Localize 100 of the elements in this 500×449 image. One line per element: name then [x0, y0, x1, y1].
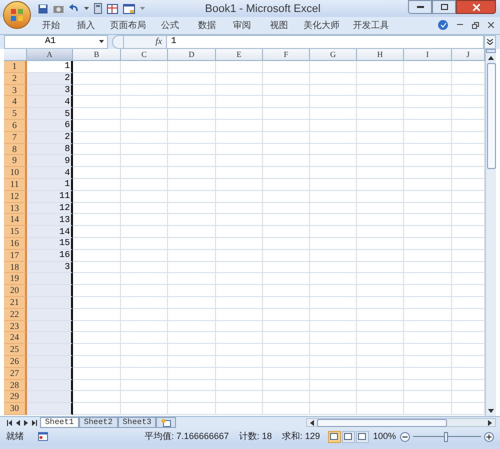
save-icon[interactable] — [38, 4, 48, 14]
table-cell[interactable]: 12 — [27, 202, 73, 214]
table-cell[interactable]: 1 — [27, 61, 73, 73]
next-sheet-icon[interactable] — [24, 420, 28, 426]
table-cell[interactable]: 4 — [27, 96, 73, 108]
table-cell[interactable]: 3 — [27, 262, 73, 274]
first-sheet-icon[interactable] — [7, 420, 12, 426]
row-header[interactable]: 17 — [4, 250, 27, 262]
customize-caret-icon[interactable] — [140, 7, 145, 10]
ribbon-tab[interactable]: 审阅 — [224, 18, 260, 32]
camera-icon[interactable] — [53, 4, 64, 14]
column-header[interactable]: J — [452, 49, 485, 61]
last-sheet-icon[interactable] — [32, 420, 37, 426]
undo-icon[interactable] — [69, 4, 79, 14]
ribbon-tab[interactable]: 开发工具 — [345, 18, 397, 32]
table-cell[interactable] — [27, 380, 73, 392]
minimize-icon[interactable] — [457, 24, 463, 26]
table-icon[interactable] — [107, 4, 118, 14]
row-header[interactable]: 4 — [4, 96, 27, 108]
page-break-button[interactable] — [356, 430, 369, 442]
table-cell[interactable]: 2 — [27, 72, 73, 85]
ribbon-tab[interactable]: 插入 — [66, 18, 106, 32]
normal-view-button[interactable] — [328, 430, 341, 442]
select-all-corner[interactable] — [4, 49, 27, 61]
insert-sheet-tab[interactable] — [156, 417, 176, 428]
row-header[interactable]: 1 — [4, 61, 27, 73]
scroll-thumb[interactable] — [317, 418, 447, 426]
expand-formula-button[interactable] — [484, 35, 496, 49]
table-cell[interactable] — [27, 273, 73, 286]
name-box[interactable]: A1 — [4, 35, 108, 49]
dropdown-caret-icon[interactable] — [84, 7, 89, 10]
insert-function-button[interactable]: fx — [156, 35, 162, 49]
column-header[interactable]: D — [168, 49, 216, 61]
ribbon-tab[interactable]: 开始 — [36, 18, 66, 32]
scroll-thumb[interactable] — [486, 63, 496, 169]
office-button[interactable] — [3, 1, 31, 29]
table-cell[interactable]: 6 — [27, 120, 73, 132]
row-header[interactable]: 20 — [4, 285, 27, 297]
row-header[interactable]: 9 — [4, 155, 27, 168]
table-cell[interactable]: 5 — [27, 108, 73, 120]
row-header[interactable]: 18 — [4, 262, 27, 274]
zoom-slider[interactable] — [413, 432, 481, 442]
close-button[interactable] — [456, 0, 496, 14]
table-cell[interactable]: 3 — [27, 84, 73, 96]
column-header[interactable]: E — [216, 49, 263, 61]
row-header[interactable]: 6 — [4, 120, 27, 132]
table-cell[interactable]: 13 — [27, 214, 73, 226]
sheet-tab[interactable]: Sheet1 — [40, 417, 79, 428]
column-header[interactable]: H — [357, 49, 404, 61]
row-header[interactable]: 15 — [4, 226, 27, 238]
row-header[interactable]: 22 — [4, 308, 27, 321]
zoom-in-icon[interactable] — [484, 432, 494, 442]
column-header[interactable]: G — [310, 49, 357, 61]
previous-sheet-icon[interactable] — [16, 420, 20, 426]
sheet-tab[interactable]: Sheet3 — [118, 417, 156, 428]
row-header[interactable]: 12 — [4, 190, 27, 203]
page-layout-button[interactable] — [342, 430, 355, 442]
row-header[interactable]: 3 — [4, 84, 27, 96]
table-cell[interactable] — [27, 403, 73, 415]
formula-input[interactable]: 1 — [166, 35, 484, 49]
close-icon[interactable] — [488, 22, 494, 28]
maximize-button[interactable] — [432, 0, 456, 14]
row-header[interactable]: 2 — [4, 72, 27, 85]
calculator-icon[interactable] — [94, 3, 102, 14]
table-cell[interactable] — [27, 368, 73, 380]
row-header[interactable]: 25 — [4, 344, 27, 356]
table-cell[interactable]: 2 — [27, 132, 73, 144]
zoom-level[interactable]: 100% — [372, 430, 396, 444]
table-cell[interactable] — [27, 296, 73, 309]
row-header[interactable]: 27 — [4, 368, 27, 380]
row-header[interactable]: 16 — [4, 238, 27, 250]
ribbon-tab[interactable]: 数据 — [190, 18, 224, 32]
row-header[interactable]: 28 — [4, 380, 27, 392]
ribbon-tab[interactable]: 视图 — [260, 18, 298, 32]
row-header[interactable]: 8 — [4, 144, 27, 156]
vertical-scrollbar[interactable] — [485, 49, 496, 416]
table-cell[interactable]: 9 — [27, 155, 73, 168]
row-header[interactable]: 30 — [4, 403, 27, 415]
ribbon-tab[interactable]: 美化大师 — [298, 18, 345, 32]
window-icon[interactable] — [123, 4, 135, 14]
column-header[interactable]: B — [73, 49, 121, 61]
row-header[interactable]: 13 — [4, 202, 27, 214]
table-cell[interactable]: 1 — [27, 178, 73, 191]
table-cell[interactable] — [27, 308, 73, 321]
ribbon-tab[interactable]: 页面布局 — [106, 18, 150, 32]
sheet-tab[interactable]: Sheet2 — [78, 417, 118, 428]
row-header[interactable]: 10 — [4, 167, 27, 179]
table-cell[interactable]: 4 — [27, 167, 73, 179]
help-icon[interactable] — [438, 20, 448, 30]
column-header[interactable]: C — [121, 49, 168, 61]
row-header[interactable]: 24 — [4, 332, 27, 344]
table-cell[interactable] — [27, 391, 73, 404]
table-cell[interactable]: 8 — [27, 144, 73, 156]
table-cell[interactable]: 16 — [27, 250, 73, 262]
row-header[interactable]: 26 — [4, 356, 27, 368]
zoom-out-icon[interactable] — [400, 432, 410, 442]
minimize-button[interactable] — [408, 0, 432, 14]
row-header[interactable]: 5 — [4, 108, 27, 120]
row-header[interactable]: 19 — [4, 273, 27, 286]
table-cell[interactable] — [27, 344, 73, 356]
